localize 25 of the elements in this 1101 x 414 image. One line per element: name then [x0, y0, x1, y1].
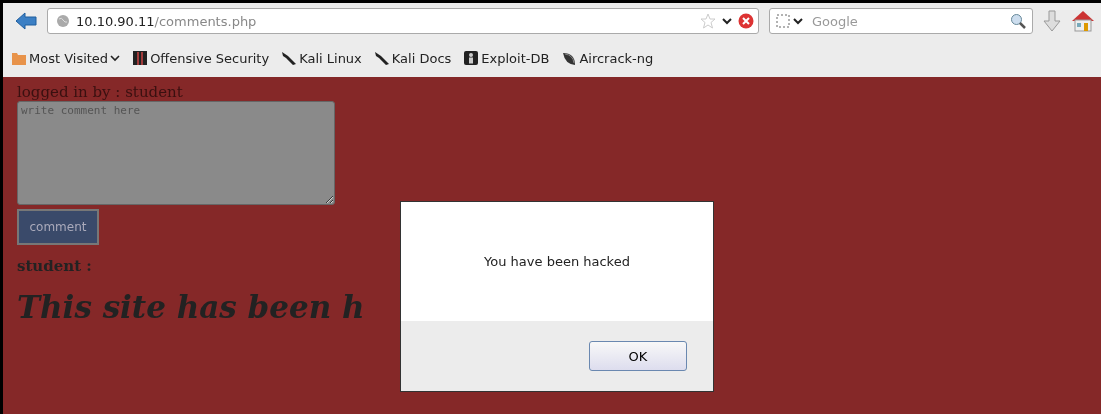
bookmark-item[interactable]: Kali Docs [373, 50, 452, 66]
comment-author: student : [17, 257, 92, 275]
url-text: 10.10.90.11/comments.php [76, 13, 257, 29]
comment-button[interactable]: comment [17, 209, 99, 245]
bookmark-item[interactable]: Exploit-DB [463, 50, 550, 66]
bookmark-item[interactable]: Most Visited [11, 50, 121, 66]
star-icon[interactable] [700, 13, 716, 29]
bookmark-item[interactable]: Offensive Security [132, 50, 270, 66]
bookmark-item[interactable]: Aircrack-ng [561, 50, 654, 66]
folder-icon [11, 50, 27, 66]
chevron-icon[interactable] [722, 17, 732, 25]
search-bar[interactable]: Google [769, 8, 1033, 34]
globe-icon [56, 14, 70, 28]
address-bar[interactable]: 10.10.90.11/comments.php [47, 8, 759, 34]
home-icon[interactable] [1071, 10, 1095, 32]
ok-button[interactable]: OK [589, 341, 687, 371]
back-icon[interactable] [15, 12, 37, 30]
stop-icon[interactable] [738, 13, 754, 29]
bookmark-item[interactable]: Kali Linux [281, 50, 362, 66]
dialog-message: You have been hacked [484, 254, 630, 269]
chevron-icon[interactable] [793, 17, 803, 25]
search-icon[interactable] [1010, 13, 1026, 29]
login-text: logged in by : student [17, 83, 183, 101]
chevron-icon [110, 54, 121, 62]
comment-text: This site has been h [17, 289, 365, 325]
